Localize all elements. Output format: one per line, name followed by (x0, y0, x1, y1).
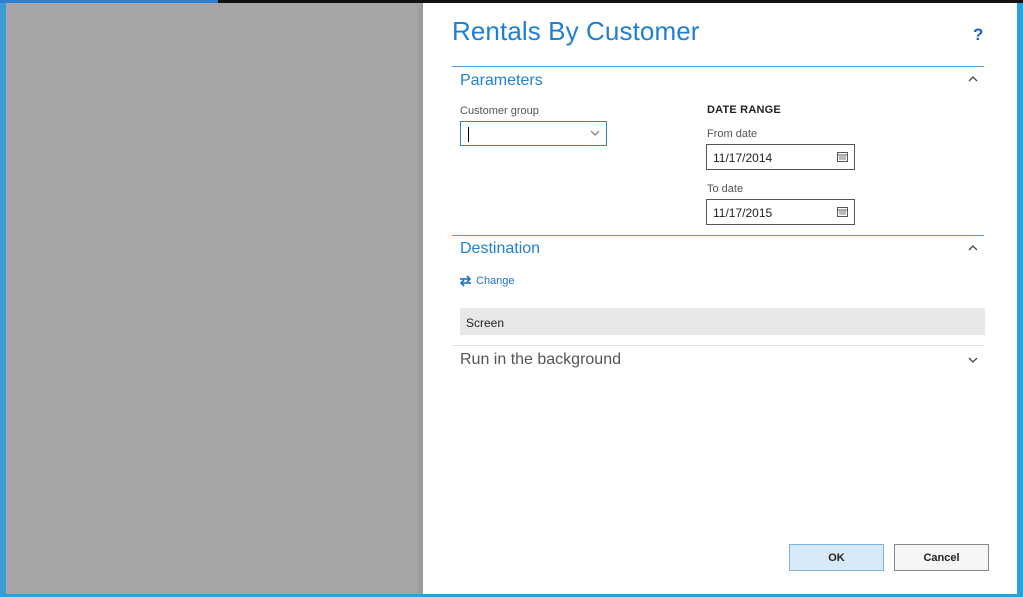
modal-overlay (6, 3, 423, 594)
rentals-dialog: Rentals By Customer ? Parameters Custome… (423, 3, 1017, 594)
change-destination-button[interactable]: Change (459, 275, 515, 287)
dialog-title: Rentals By Customer (452, 16, 700, 46)
parameters-divider (452, 66, 984, 67)
ok-button[interactable]: OK (789, 544, 884, 571)
destination-value: Screen (466, 316, 505, 330)
background-divider (452, 345, 984, 346)
from-date-label: From date (707, 128, 758, 140)
chevron-up-icon[interactable] (966, 243, 980, 257)
cancel-button[interactable]: Cancel (894, 544, 989, 571)
date-range-heading: DATE RANGE (707, 104, 781, 116)
calendar-icon[interactable] (837, 152, 848, 162)
to-date-value: 11/17/2015 (713, 206, 773, 220)
to-date-label: To date (707, 183, 744, 195)
chevron-up-icon[interactable] (966, 74, 980, 88)
customer-group-combo[interactable] (460, 121, 607, 146)
to-date-field[interactable]: 11/17/2015 (706, 199, 855, 225)
chevron-down-icon[interactable] (966, 355, 980, 369)
customer-group-label: Customer group (460, 105, 539, 117)
change-label: Change (476, 275, 515, 287)
calendar-icon[interactable] (837, 207, 848, 217)
parameters-header[interactable]: Parameters (460, 72, 543, 90)
destination-divider (452, 235, 984, 236)
chevron-down-icon[interactable] (590, 125, 600, 140)
help-icon[interactable]: ? (973, 25, 983, 45)
destination-selected-row[interactable]: Screen (460, 308, 985, 335)
run-in-background-header[interactable]: Run in the background (460, 351, 621, 369)
from-date-field[interactable]: 11/17/2014 (706, 144, 855, 170)
swap-icon (459, 275, 472, 287)
text-caret (468, 127, 469, 142)
from-date-value: 11/17/2014 (713, 151, 773, 165)
destination-header[interactable]: Destination (460, 240, 540, 258)
